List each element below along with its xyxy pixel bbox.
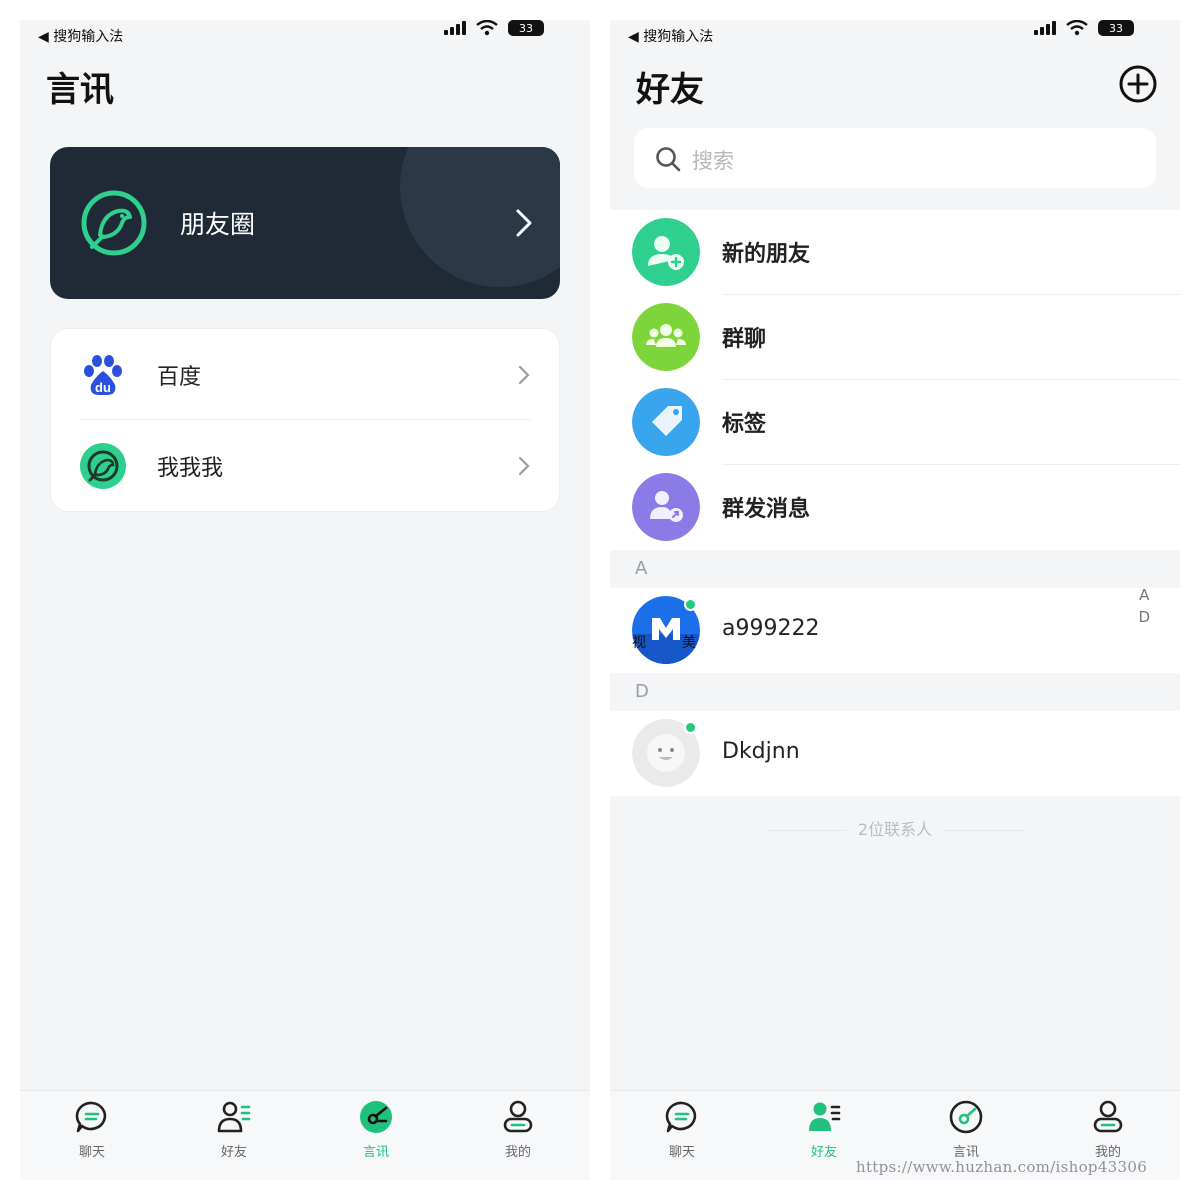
chevron-right-icon (518, 456, 530, 475)
index-letter-d[interactable]: D (1138, 606, 1150, 628)
search-icon (656, 147, 681, 172)
tab-friends[interactable]: 好友 (784, 1099, 864, 1160)
online-status-dot (684, 598, 697, 611)
online-status-dot (684, 721, 697, 734)
list-item-broadcast[interactable]: 群发消息 (610, 465, 1180, 550)
wifi-icon (476, 20, 498, 36)
discover-screen: ◀ 搜狗输入法 33 言讯 朋友圈 du 百度 我我我 聊天 好友 言讯 我的 (20, 20, 590, 1180)
broadcast-icon (632, 473, 700, 541)
page-title: 言讯 (46, 70, 114, 110)
signal-icon (444, 21, 466, 35)
list-item-label: 我我我 (157, 455, 224, 481)
profile-icon (1093, 1100, 1123, 1133)
list-item-tags[interactable]: 标签 (610, 380, 1180, 465)
index-letter-a[interactable]: A (1138, 584, 1150, 606)
tab-chat[interactable]: 聊天 (642, 1099, 722, 1160)
list-item-baidu[interactable]: du 百度 (51, 329, 559, 420)
battery-icon: 33 (1098, 20, 1134, 36)
card-decoration (400, 147, 560, 287)
function-label: 群发消息 (722, 497, 811, 522)
friends-icon (217, 1101, 251, 1133)
chevron-right-icon (518, 365, 530, 384)
tab-label: 我的 (504, 1145, 531, 1160)
section-header-d: D (635, 681, 649, 702)
contact-row[interactable]: 视 美 a999222 (610, 588, 1180, 673)
discover-icon (949, 1100, 983, 1134)
list-item-wowowo[interactable]: 我我我 (51, 420, 559, 511)
tag-icon (632, 388, 700, 456)
chat-bubble-icon (75, 1101, 107, 1133)
search-placeholder: 搜索 (692, 149, 734, 173)
section-header-a: A (635, 558, 648, 579)
friends-icon (809, 1102, 841, 1131)
search-input[interactable]: 搜索 (634, 128, 1156, 188)
baidu-paw-icon: du (84, 354, 122, 395)
status-bar: ◀ 搜狗输入法 33 (20, 20, 590, 60)
tab-label: 言讯 (362, 1145, 389, 1160)
discover-icon (360, 1101, 392, 1133)
list-item-new-friends[interactable]: 新的朋友 (610, 210, 1180, 295)
bird-logo-icon (81, 190, 147, 256)
tab-profile[interactable]: 我的 (1068, 1099, 1148, 1160)
mini-app-list: du 百度 我我我 (50, 328, 560, 512)
group-icon (632, 303, 700, 371)
function-label: 新的朋友 (722, 242, 811, 267)
status-bar: ◀ 搜狗输入法 33 (610, 20, 1180, 60)
tab-friends[interactable]: 好友 (194, 1099, 274, 1160)
bird-icon (80, 442, 126, 489)
chat-bubble-icon (665, 1101, 697, 1133)
add-friend-icon (632, 218, 700, 286)
svg-text:du: du (95, 380, 111, 395)
tab-profile[interactable]: 我的 (478, 1099, 558, 1160)
page-title: 好友 (636, 70, 704, 110)
contact-count: 2位联系人 (610, 816, 1180, 840)
add-circle-icon[interactable] (1118, 64, 1158, 104)
tab-label: 聊天 (668, 1145, 695, 1160)
signal-icon (1034, 21, 1056, 35)
tab-label: 聊天 (78, 1145, 105, 1160)
battery-icon: 33 (508, 20, 544, 36)
back-to-app-link[interactable]: ◀ 搜狗输入法 (628, 26, 713, 46)
function-label: 标签 (722, 412, 767, 437)
chevron-right-icon (516, 209, 532, 237)
friends-screen: ◀ 搜狗输入法 33 好友 搜索 新的朋友 群聊 标签 群发消息 A 视 美 a… (610, 20, 1180, 1180)
alphabet-index[interactable]: A D (1138, 584, 1150, 628)
watermark-text: https://www.huzhan.com/ishop43306 (856, 1158, 1148, 1176)
profile-icon (503, 1100, 533, 1133)
function-list: 新的朋友 群聊 标签 群发消息 (610, 210, 1180, 550)
list-item-label: 百度 (157, 364, 202, 390)
avatar-text: 美 (682, 635, 696, 651)
back-to-app-link[interactable]: ◀ 搜狗输入法 (38, 26, 123, 46)
list-item-group-chat[interactable]: 群聊 (610, 295, 1180, 380)
moments-label: 朋友圈 (180, 210, 256, 239)
wifi-icon (1066, 20, 1088, 36)
contact-name: a999222 (722, 616, 820, 641)
tab-discover[interactable]: 言讯 (926, 1099, 1006, 1160)
contact-row[interactable]: Dkdjnn (610, 711, 1180, 796)
tab-label: 好友 (220, 1145, 247, 1160)
function-label: 群聊 (722, 327, 767, 352)
moments-card[interactable]: 朋友圈 (50, 147, 560, 299)
tab-chat[interactable]: 聊天 (52, 1099, 132, 1160)
tab-discover[interactable]: 言讯 (336, 1099, 416, 1160)
contact-name: Dkdjnn (722, 739, 800, 764)
avatar-text: 视 (632, 635, 646, 651)
tab-bar: 聊天 好友 言讯 我的 (20, 1090, 590, 1180)
tab-label: 好友 (810, 1145, 837, 1160)
